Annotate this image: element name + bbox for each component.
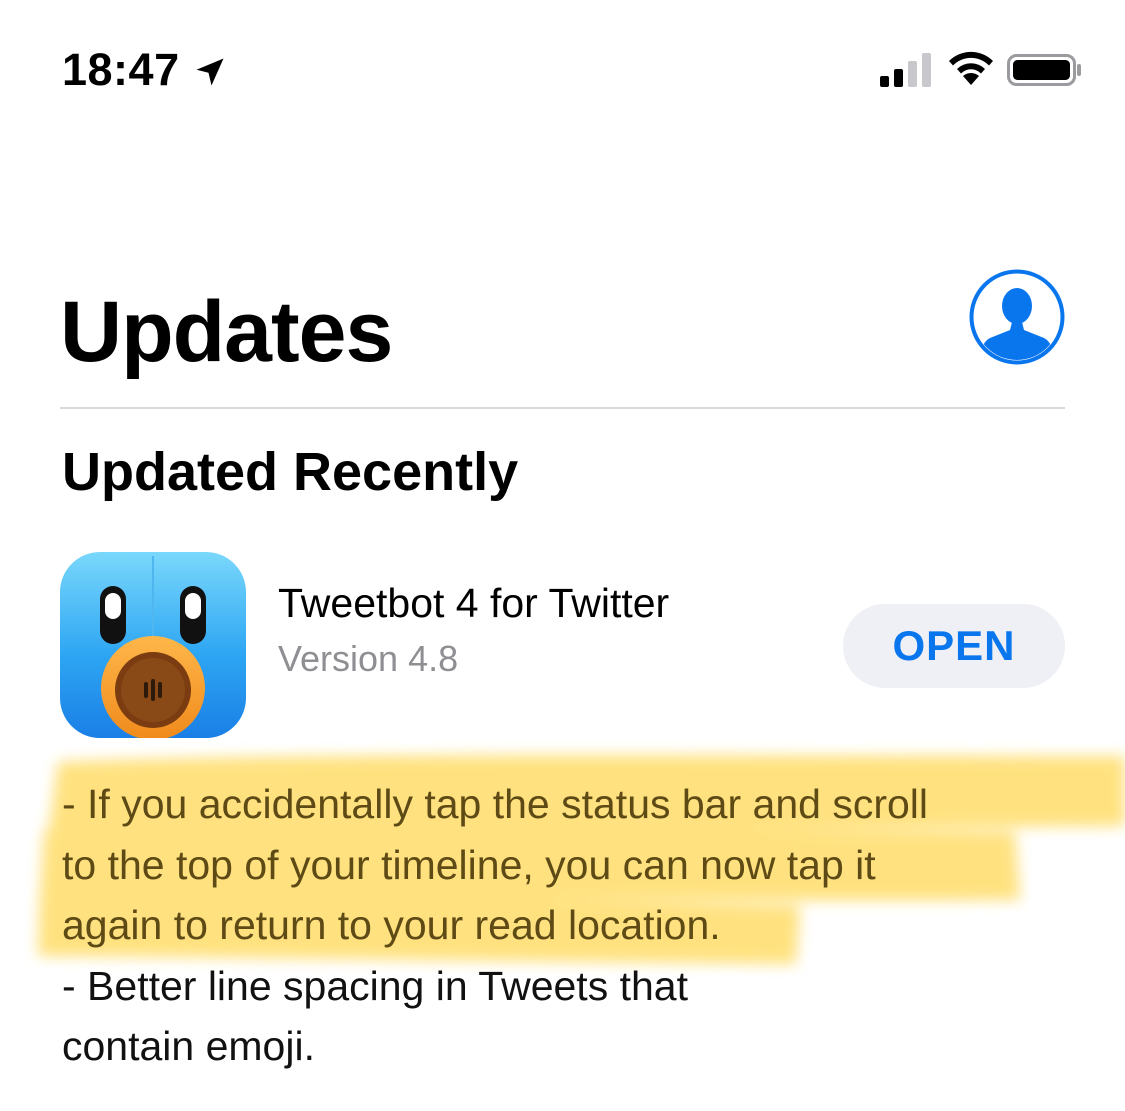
battery-icon: [1007, 54, 1081, 86]
open-button[interactable]: OPEN: [843, 604, 1065, 688]
release-note-line: - If you accidentally tap the status bar…: [62, 781, 929, 827]
status-bar: 18:47: [0, 0, 1125, 130]
release-note-line: - Better line spacing in Tweets that: [62, 962, 688, 1009]
release-note-line: contain emoji.: [62, 1023, 315, 1069]
section-title: Updated Recently: [62, 442, 519, 502]
page-title: Updates: [60, 284, 393, 380]
release-notes: - If you accidentally tap the status bar…: [62, 774, 1102, 1077]
cellular-signal-icon: [880, 53, 931, 87]
release-note-line: to the top of your timeline, you can now…: [62, 841, 876, 888]
tweetbot-app-icon[interactable]: [60, 552, 246, 738]
release-note-line: again to return to your read location.: [62, 902, 721, 948]
app-name: Tweetbot 4 for Twitter: [278, 580, 670, 626]
account-avatar-icon[interactable]: [968, 268, 1066, 366]
wifi-icon: [949, 51, 993, 85]
status-time: 18:47: [62, 44, 180, 95]
header-divider: [60, 407, 1065, 409]
location-arrow-icon: [196, 58, 224, 86]
app-version: Version 4.8: [278, 638, 459, 679]
